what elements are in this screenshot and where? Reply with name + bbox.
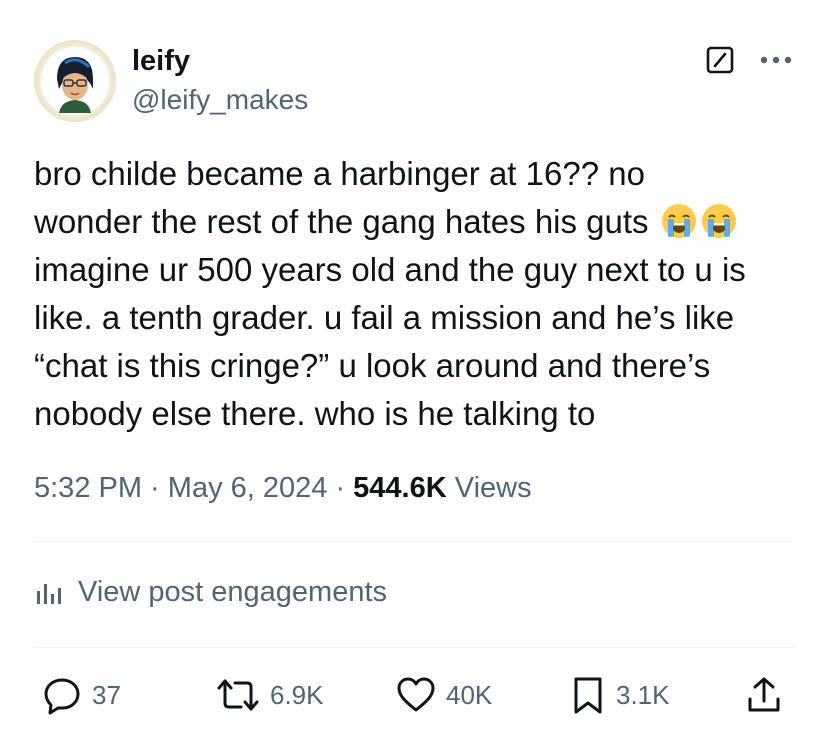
engagements-label: View post engagements bbox=[78, 576, 388, 608]
post-header: leify @leify_makes bbox=[34, 40, 794, 124]
like-count: 40K bbox=[446, 679, 493, 710]
post-date[interactable]: May 6, 2024 bbox=[168, 472, 328, 504]
share-button[interactable] bbox=[746, 672, 782, 718]
grok-icon bbox=[706, 46, 734, 74]
reply-icon bbox=[44, 678, 80, 715]
divider bbox=[34, 541, 794, 542]
avatar[interactable] bbox=[34, 40, 116, 122]
views-label: Views bbox=[446, 472, 532, 504]
post-meta: 5:32 PM · May 6, 2024 · 544.6K Views bbox=[34, 470, 532, 506]
repost-button[interactable]: 6.9K bbox=[216, 672, 324, 718]
bookmark-count: 3.1K bbox=[616, 679, 670, 710]
separator: · bbox=[327, 472, 354, 504]
grok-button[interactable] bbox=[705, 45, 735, 75]
reply-button[interactable]: 37 bbox=[42, 672, 121, 718]
tweet-line: wonder the rest of the gang hates his gu… bbox=[34, 203, 649, 240]
display-name[interactable]: leify bbox=[132, 44, 308, 78]
tweet-line: bro childe became a harbinger at 16?? no bbox=[34, 155, 645, 192]
like-button[interactable]: 40K bbox=[396, 672, 492, 718]
more-button[interactable] bbox=[756, 46, 796, 74]
post-time[interactable]: 5:32 PM bbox=[34, 472, 142, 504]
tweet-line-with-emoji: wonder the rest of the gang hates his gu… bbox=[34, 198, 804, 246]
avatar-illustration bbox=[57, 57, 93, 113]
bookmark-button[interactable]: 3.1K bbox=[570, 672, 670, 718]
tweet-text: bro childe became a harbinger at 16?? no… bbox=[34, 150, 804, 438]
analytics-icon bbox=[37, 584, 61, 604]
tweet-line: “chat is this cringe?” u look around and… bbox=[34, 347, 711, 384]
view-engagements-button[interactable]: View post engagements bbox=[34, 574, 387, 610]
tweet-line: nobody else there. who is he talking to bbox=[34, 395, 596, 432]
reply-count: 37 bbox=[92, 679, 121, 710]
divider bbox=[34, 647, 794, 648]
user-block[interactable]: leify @leify_makes bbox=[132, 44, 308, 118]
separator: · bbox=[142, 472, 168, 504]
like-icon bbox=[397, 677, 435, 712]
views-count: 544.6K bbox=[353, 472, 447, 504]
user-handle[interactable]: @leify_makes bbox=[132, 82, 308, 118]
loudly-crying-face-icon bbox=[700, 202, 738, 240]
bookmark-icon bbox=[574, 677, 602, 714]
loudly-crying-face-icon bbox=[660, 202, 698, 240]
share-icon bbox=[748, 677, 780, 712]
tweet-line: imagine ur 500 years old and the guy nex… bbox=[34, 251, 746, 288]
repost-icon bbox=[217, 679, 259, 711]
repost-count: 6.9K bbox=[270, 679, 324, 710]
more-icon bbox=[760, 56, 792, 64]
tweet-line: like. a tenth grader. u fail a mission a… bbox=[34, 299, 735, 336]
action-bar: 37 6.9K 40K 3.1K bbox=[34, 672, 794, 718]
